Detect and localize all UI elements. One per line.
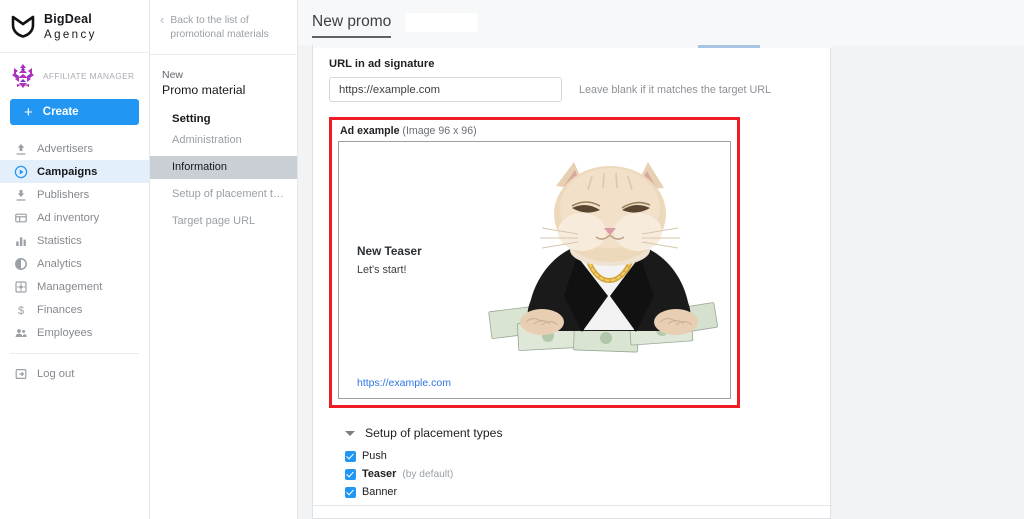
sidebar-item-label: Employees (37, 326, 93, 339)
gear-square-icon (14, 280, 28, 294)
url-field-label: URL in ad signature (329, 58, 435, 70)
sidebar-item-employees[interactable]: Employees (0, 321, 149, 344)
play-circle-icon (14, 165, 28, 179)
subnav-item-label: Information (172, 161, 228, 174)
sidebar-item-ad-inventory[interactable]: Ad inventory (0, 206, 149, 229)
ad-example-block: Ad example (Image 96 x 96) New Teaser Le… (329, 117, 740, 408)
brand-name-primary: BigDeal (44, 12, 92, 27)
card-progress-bar (313, 45, 832, 48)
url-field-row: Leave blank if it matches the target URL (329, 77, 814, 102)
chevron-left-icon: ‹ (160, 12, 165, 27)
ad-subtext: Let's start! (357, 264, 407, 276)
sidebar-item-statistics[interactable]: Statistics (0, 229, 149, 252)
placement-types-section: Setup of placement types Push Teaser (by… (329, 408, 814, 498)
checkbox-checked-icon[interactable] (345, 486, 356, 498)
placement-option-banner[interactable]: Banner (345, 486, 814, 498)
sidebar-item-label: Management (37, 280, 103, 293)
redacted-title-block (405, 13, 478, 32)
primary-sidebar: BigDeal Agency AFFILIATE MANAGER + Creat… (0, 0, 150, 519)
shield-crest-icon (10, 13, 36, 39)
ad-display-link[interactable]: https://example.com (357, 377, 451, 389)
sidebar-item-management[interactable]: Management (0, 275, 149, 298)
layout-panel-icon (14, 211, 28, 225)
placement-types-header[interactable]: Setup of placement types (345, 426, 814, 440)
sidebar-item-finances[interactable]: $ Finances (0, 298, 149, 321)
subnav-item-administration[interactable]: Administration (150, 129, 297, 152)
settings-group-label: Setting (172, 112, 211, 125)
sidebar-item-label: Log out (37, 367, 75, 380)
sidebar-divider (10, 353, 139, 354)
sidebar-item-label: Finances (37, 303, 83, 316)
placement-option-push[interactable]: Push (345, 450, 814, 462)
card-body: URL in ad signature Leave blank if it ma… (313, 45, 830, 498)
account-block: AFFILIATE MANAGER (0, 53, 149, 93)
page-header: New promo (298, 0, 1024, 45)
promo-material-title: New Promo material (150, 55, 297, 99)
progress-indicator-segment (698, 45, 760, 48)
secondary-panel: ‹ Back to the list of promotional materi… (150, 0, 298, 519)
ad-example-caption-title: Ad example (340, 125, 400, 137)
brand-text: BigDeal Agency (44, 10, 97, 42)
placement-option-teaser[interactable]: Teaser (by default) (345, 468, 814, 480)
card-bottom-divider (313, 505, 832, 506)
sidebar-item-label: Ad inventory (37, 211, 100, 224)
app-root: BigDeal Agency AFFILIATE MANAGER + Creat… (0, 0, 1024, 519)
cat-in-suit-with-money-image (482, 146, 722, 361)
brand-name-secondary: Agency (44, 28, 97, 41)
sidebar-item-label: Campaigns (37, 165, 98, 178)
sidebar-item-analytics[interactable]: Analytics (0, 252, 149, 275)
url-in-ad-signature-input[interactable] (329, 77, 562, 102)
subnav-item-information[interactable]: Information (150, 155, 297, 179)
ad-example-caption: Ad example (Image 96 x 96) (338, 125, 731, 141)
main-content: New promo URL in ad signature Leave blan… (298, 0, 1024, 519)
ad-headline: New Teaser (357, 244, 422, 258)
subnav-item-label: Setup of placement t… (172, 188, 284, 201)
placement-option-label: Banner (362, 486, 398, 498)
people-icon (14, 326, 28, 340)
brand-header[interactable]: BigDeal Agency (0, 0, 149, 53)
logout-arrow-icon (14, 367, 28, 381)
ad-example-caption-note: (Image 96 x 96) (402, 125, 477, 137)
form-card: URL in ad signature Leave blank if it ma… (312, 45, 832, 519)
promo-title-line2: Promo material (162, 82, 246, 97)
sidebar-item-label: Statistics (37, 234, 82, 247)
sidebar-item-publishers[interactable]: Publishers (0, 183, 149, 206)
dollar-sign-icon: $ (14, 303, 28, 317)
sidebar-item-label: Analytics (37, 257, 82, 270)
sidebar-item-advertisers[interactable]: Advertisers (0, 137, 149, 160)
subnav-item-label: Administration (172, 134, 242, 147)
sidebar-item-label: Advertisers (37, 142, 93, 155)
sidebar-item-campaigns[interactable]: Campaigns (0, 160, 149, 183)
checkbox-checked-icon[interactable] (345, 468, 356, 480)
subnav-item-placement-types[interactable]: Setup of placement t… (150, 183, 297, 206)
sidebar-item-logout[interactable]: Log out (0, 362, 149, 385)
svg-text:$: $ (18, 305, 24, 317)
back-to-list-link[interactable]: ‹ Back to the list of promotional materi… (150, 0, 297, 55)
back-link-label: Back to the list of promotional material… (170, 15, 269, 40)
checkbox-checked-icon[interactable] (345, 450, 356, 462)
placement-options-list: Push Teaser (by default) Banner (345, 440, 814, 498)
upload-arrow-icon (14, 142, 28, 156)
sidebar-item-label: Publishers (37, 188, 90, 201)
bar-chart-icon (14, 234, 28, 248)
account-role-label: AFFILIATE MANAGER (43, 71, 135, 81)
subnav-item-label: Target page URL (172, 215, 256, 228)
create-button-label: Create (42, 106, 79, 118)
chevron-down-icon (345, 430, 355, 436)
ad-preview: New Teaser Let's start! https://example.… (338, 141, 731, 399)
geometric-avatar-icon[interactable] (10, 63, 36, 89)
placement-option-note: (by default) (402, 468, 454, 480)
placement-option-label: Push (362, 450, 387, 462)
sidebar-nav: Advertisers Campaigns Publishers Ad inve… (0, 135, 149, 385)
promo-title-line1: New (162, 68, 184, 81)
subnav-item-target-page-url[interactable]: Target page URL (150, 210, 297, 233)
download-arrow-icon (14, 188, 28, 202)
page-title: New promo (312, 12, 392, 39)
placement-option-label: Teaser (362, 468, 397, 480)
create-button[interactable]: + Create (10, 99, 139, 125)
pie-chart-icon (14, 257, 28, 271)
placement-types-title: Setup of placement types (365, 426, 503, 440)
url-field-hint: Leave blank if it matches the target URL (579, 83, 772, 96)
plus-icon: + (24, 103, 33, 121)
